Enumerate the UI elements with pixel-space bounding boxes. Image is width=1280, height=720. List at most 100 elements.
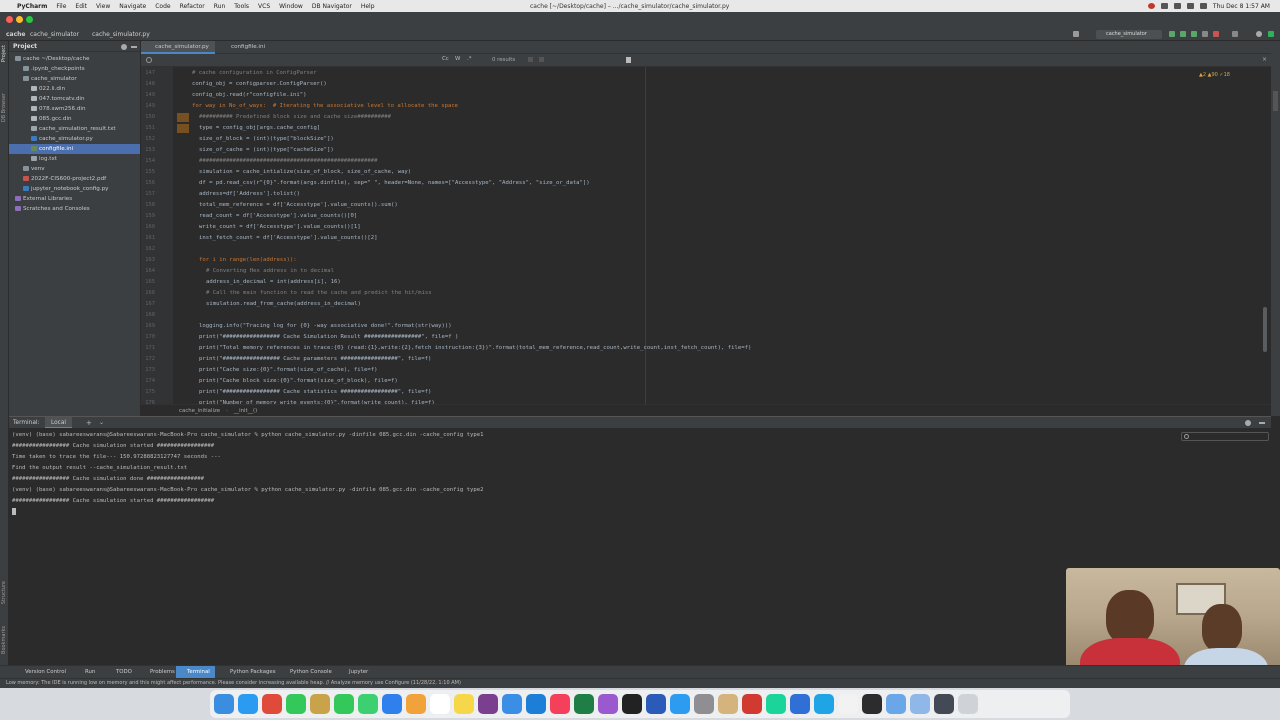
facetime-icon[interactable]	[334, 694, 354, 714]
menu-item-vcs[interactable]: VCS	[258, 3, 270, 10]
close-find-icon[interactable]: ×	[1262, 56, 1267, 63]
project-tree-item[interactable]: configfile.ini	[9, 144, 140, 154]
skype-icon[interactable]	[814, 694, 834, 714]
record-icon[interactable]	[1147, 3, 1155, 9]
tool-bookmarks[interactable]: Bookmarks	[1, 626, 7, 654]
project-tree-item[interactable]: 2022F-CIS600-project2.pdf	[9, 174, 140, 184]
documents-icon[interactable]	[910, 694, 930, 714]
breadcrumb-project[interactable]: cache	[6, 31, 26, 38]
textedit-icon[interactable]	[838, 694, 858, 714]
menu-item-navigate[interactable]: Navigate	[119, 3, 146, 10]
podcasts-icon[interactable]	[598, 694, 618, 714]
status-message[interactable]: Low memory: The IDE is running low on me…	[6, 680, 461, 686]
battery-icon[interactable]	[1173, 3, 1181, 9]
word-icon[interactable]	[646, 694, 666, 714]
appletv-icon[interactable]	[622, 694, 642, 714]
menu-app-name[interactable]: PyCharm	[17, 3, 47, 10]
tab-configfile-ini[interactable]: configfile.ini	[217, 41, 271, 54]
menu-item-file[interactable]: File	[56, 3, 66, 10]
tool-project[interactable]: Project	[1, 45, 7, 62]
ide-logo-icon[interactable]	[1268, 31, 1274, 37]
slack-icon[interactable]	[478, 694, 498, 714]
regex-toggle[interactable]: .*	[467, 56, 471, 62]
menu-item-window[interactable]: Window	[279, 3, 303, 10]
zoom-window-icon[interactable]	[26, 16, 33, 23]
previous-occurrence-icon[interactable]	[528, 57, 533, 62]
menu-item-view[interactable]: View	[96, 3, 110, 10]
search-everywhere-icon[interactable]	[1256, 31, 1262, 37]
menu-item-run[interactable]: Run	[214, 3, 226, 10]
run-configuration-select[interactable]: cache_simulator	[1096, 30, 1162, 39]
screenshot-icon[interactable]	[934, 694, 954, 714]
close-window-icon[interactable]	[6, 16, 13, 23]
match-case-toggle[interactable]: Cc	[442, 56, 449, 62]
tool-db-browser[interactable]: DB Browser	[1, 93, 7, 122]
terminal-search-field[interactable]	[1181, 432, 1269, 441]
project-panel-title[interactable]: Project	[13, 43, 37, 50]
photos-icon[interactable]	[406, 694, 426, 714]
terminal-settings-icon[interactable]	[1245, 420, 1251, 426]
user-icon[interactable]	[1073, 31, 1079, 37]
breadcrumb-class[interactable]: cache_initialize	[179, 408, 220, 414]
mail-icon[interactable]	[502, 694, 522, 714]
menu-item-db-navigator[interactable]: DB Navigator	[312, 3, 352, 10]
editor-scrollbar-thumb[interactable]	[1263, 307, 1267, 352]
filter-icon[interactable]	[626, 57, 631, 63]
new-terminal-tab-icon[interactable]: +	[86, 419, 92, 427]
breadcrumb-method[interactable]: __init__()	[234, 408, 258, 414]
terminal-hide-icon[interactable]	[1259, 422, 1265, 424]
tab-cache-simulator-py[interactable]: cache_simulator.py	[141, 41, 215, 54]
menu-item-tools[interactable]: Tools	[234, 3, 249, 10]
project-tree-item[interactable]: 047.tomcatv.din	[9, 94, 140, 104]
safari-icon[interactable]	[238, 694, 258, 714]
project-tree-item[interactable]: jupyter_notebook_config.py	[9, 184, 140, 194]
tool-structure[interactable]: Structure	[1, 581, 7, 604]
terminal-tabs-dropdown-icon[interactable]: ⌄	[99, 419, 104, 426]
downloads-icon[interactable]	[886, 694, 906, 714]
menu-item-code[interactable]: Code	[155, 3, 170, 10]
control-center-icon[interactable]	[1199, 3, 1207, 9]
project-tree-item[interactable]: Scratches and Consoles	[9, 204, 140, 214]
activity-icon[interactable]	[862, 694, 882, 714]
search-icon[interactable]	[1186, 3, 1194, 9]
calendar-icon[interactable]	[430, 694, 450, 714]
next-occurrence-icon[interactable]	[539, 57, 544, 62]
coverage-icon[interactable]	[1191, 31, 1197, 37]
debug-icon[interactable]	[1180, 31, 1186, 37]
project-tree-item[interactable]: cache_simulation_result.txt	[9, 124, 140, 134]
project-panel-hide-icon[interactable]	[131, 46, 137, 48]
menu-item-help[interactable]: Help	[361, 3, 375, 10]
project-tree-item[interactable]: venv	[9, 164, 140, 174]
breadcrumb-folder[interactable]: cache_simulator	[30, 31, 79, 38]
menu-item-refactor[interactable]: Refactor	[180, 3, 205, 10]
project-tree-item[interactable]: External Libraries	[9, 194, 140, 204]
project-tree-item[interactable]: .ipynb_checkpoints	[9, 64, 140, 74]
project-tree-item[interactable]: 078.swm256.din	[9, 104, 140, 114]
preview-icon[interactable]	[718, 694, 738, 714]
settings-icon[interactable]	[694, 694, 714, 714]
project-tree-item[interactable]: cache_simulator.py	[9, 134, 140, 144]
menubar-clock[interactable]: Thu Dec 8 1:57 AM	[1213, 3, 1270, 10]
find-input[interactable]	[155, 55, 425, 65]
git-icon[interactable]	[1232, 31, 1238, 37]
whole-word-toggle[interactable]: W	[455, 56, 460, 62]
appstore-icon[interactable]	[670, 694, 690, 714]
pycharm-icon[interactable]	[766, 694, 786, 714]
acrobat-icon[interactable]	[742, 694, 762, 714]
minimize-window-icon[interactable]	[16, 16, 23, 23]
project-tree-item[interactable]: 022.li.din	[9, 84, 140, 94]
whatsapp-icon[interactable]	[286, 694, 306, 714]
menu-item-edit[interactable]: Edit	[75, 3, 87, 10]
project-tree-item[interactable]: cache ~/Desktop/cache	[9, 54, 140, 64]
trash-icon[interactable]	[958, 694, 978, 714]
project-panel-gear-icon[interactable]	[121, 44, 127, 50]
folder-icon[interactable]	[310, 694, 330, 714]
run-icon[interactable]	[1169, 31, 1175, 37]
wifi-icon[interactable]	[1160, 3, 1168, 9]
project-tree-item[interactable]: log.txt	[9, 154, 140, 164]
inspection-widget[interactable]: ▲2 ▲90 ✓18	[1199, 72, 1230, 78]
chrome-icon[interactable]	[262, 694, 282, 714]
profile-icon[interactable]	[1202, 31, 1208, 37]
code-editor[interactable]: 147 148 149 149 150 151 152 153 154 155 156 157 158 1…	[141, 67, 1271, 404]
notes-icon[interactable]	[454, 694, 474, 714]
